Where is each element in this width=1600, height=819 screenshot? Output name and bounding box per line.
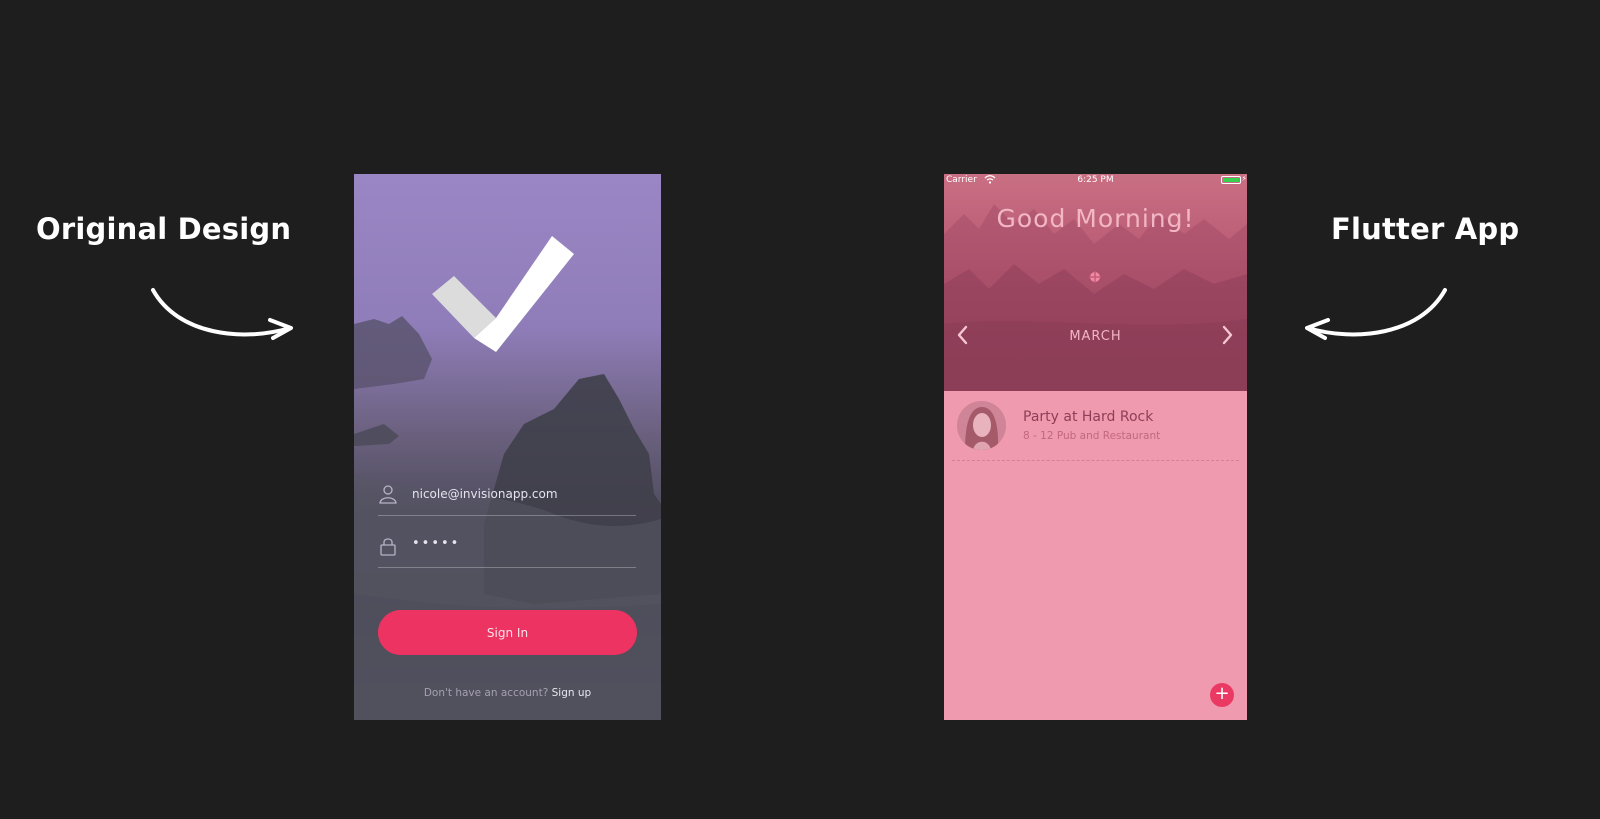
list-item[interactable]: Party at Hard Rock 8 - 12 Pub and Restau… — [944, 391, 1247, 461]
curved-arrow-right-icon — [151, 288, 293, 340]
signup-link[interactable]: Sign up — [552, 687, 592, 699]
signup-prompt: Don't have an account? — [423, 687, 549, 699]
email-field[interactable]: nicole@invisionapp.com — [378, 478, 636, 516]
greeting-title: Good Morning! — [996, 204, 1195, 233]
password-value: ••••• — [412, 536, 461, 551]
status-bar: Carrier 6:25 PM ⚡ — [944, 174, 1247, 187]
avatar — [957, 401, 1006, 450]
battery-icon — [1221, 176, 1241, 184]
add-button[interactable]: + — [1210, 683, 1234, 707]
weather-icon — [1089, 271, 1101, 283]
app-header: Carrier 6:25 PM ⚡ Good Morning! MARCH — [944, 174, 1247, 391]
curved-arrow-left-icon — [1305, 288, 1447, 340]
divider — [952, 460, 1239, 461]
event-title: Party at Hard Rock — [1023, 409, 1154, 425]
checkmark-logo-icon — [432, 236, 574, 352]
caption-flutter-app: Flutter App — [1331, 212, 1520, 246]
lock-icon — [380, 538, 396, 556]
caption-original-design: Original Design — [36, 212, 292, 246]
password-field[interactable]: ••••• — [378, 530, 636, 568]
month-label: MARCH — [1069, 329, 1122, 344]
email-value: nicole@invisionapp.com — [412, 487, 558, 501]
chevron-right-icon[interactable] — [1218, 324, 1236, 346]
user-icon — [379, 485, 397, 504]
signup-row: Don't have an account? Sign up — [354, 687, 661, 699]
original-design-screen: nicole@invisionapp.com ••••• Sign In Don… — [354, 174, 661, 720]
sign-in-button[interactable]: Sign In — [378, 610, 637, 655]
status-time: 6:25 PM — [1077, 175, 1114, 185]
event-subtitle: 8 - 12 Pub and Restaurant — [1023, 430, 1161, 442]
charging-icon: ⚡ — [1241, 174, 1247, 183]
flutter-app-screen: Carrier 6:25 PM ⚡ Good Morning! MARCH Pa… — [944, 174, 1247, 720]
